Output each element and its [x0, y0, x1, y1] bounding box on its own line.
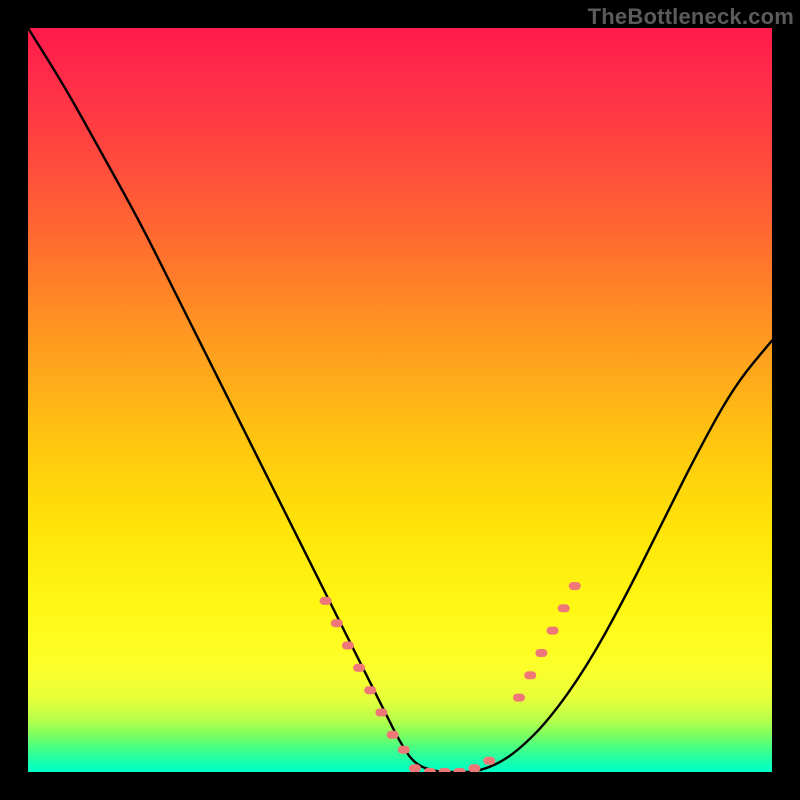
marker-right-cluster [569, 582, 581, 590]
marker-left-cluster [353, 664, 365, 672]
marker-left-cluster [375, 709, 387, 717]
marker-left-cluster [331, 619, 343, 627]
marker-valley-cluster [483, 757, 495, 765]
marker-valley-cluster [439, 768, 451, 772]
data-markers [320, 582, 581, 772]
marker-left-cluster [342, 642, 354, 650]
bottleneck-curve [28, 28, 772, 772]
watermark-text: TheBottleneck.com [588, 4, 794, 30]
marker-left-cluster [364, 686, 376, 694]
marker-right-cluster [535, 649, 547, 657]
marker-valley-cluster [454, 768, 466, 772]
curve-layer [28, 28, 772, 772]
marker-left-cluster [320, 597, 332, 605]
marker-valley-cluster [468, 764, 480, 772]
marker-left-cluster [387, 731, 399, 739]
chart-frame [28, 28, 772, 772]
marker-valley-cluster [409, 764, 421, 772]
marker-right-cluster [524, 671, 536, 679]
marker-right-cluster [558, 604, 570, 612]
marker-left-cluster [398, 746, 410, 754]
marker-right-cluster [513, 694, 525, 702]
marker-right-cluster [547, 627, 559, 635]
